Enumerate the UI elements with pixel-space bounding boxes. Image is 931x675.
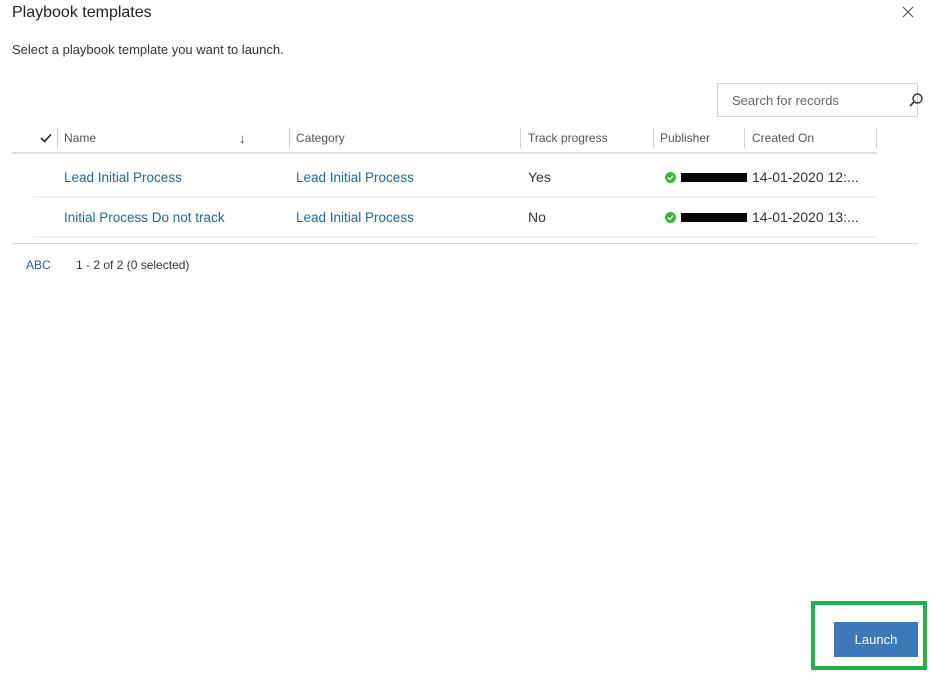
publisher-cell[interactable] xyxy=(665,158,747,196)
category-link[interactable]: Lead Initial Process xyxy=(296,198,414,236)
jump-bar-toggle[interactable]: ABC xyxy=(26,258,51,272)
name-link[interactable]: Lead Initial Process xyxy=(64,158,182,196)
checkmark-icon xyxy=(40,133,52,143)
grid-footer-divider xyxy=(12,243,918,244)
column-separator xyxy=(57,128,58,148)
column-header-category[interactable]: Category xyxy=(296,126,345,150)
column-separator xyxy=(876,128,877,148)
column-header-name[interactable]: Name ↓ xyxy=(64,126,254,150)
category-link[interactable]: Lead Initial Process xyxy=(296,158,414,196)
created-on-value: 14-01-2020 12:... xyxy=(752,169,859,185)
presence-online-icon xyxy=(665,171,676,183)
select-all-checkbox[interactable] xyxy=(38,130,54,146)
sort-descending-icon: ↓ xyxy=(239,130,246,146)
column-separator xyxy=(653,128,654,148)
track-progress-value: No xyxy=(528,209,546,225)
column-separator xyxy=(289,128,290,148)
search-button[interactable] xyxy=(908,85,924,115)
column-header-label: Track progress xyxy=(528,131,608,145)
record-count: 1 - 2 of 2 (0 selected) xyxy=(76,258,190,272)
grid-header: Name ↓ Category Track progress Publisher… xyxy=(12,126,877,154)
presence-online-icon xyxy=(665,211,676,223)
column-header-track-progress[interactable]: Track progress xyxy=(528,126,608,150)
publisher-cell[interactable] xyxy=(665,198,747,236)
column-header-label: Created On xyxy=(752,131,815,145)
publisher-redacted xyxy=(681,172,747,182)
column-header-label: Category xyxy=(296,131,345,145)
column-header-publisher[interactable]: Publisher xyxy=(660,126,710,150)
name-link[interactable]: Initial Process Do not track xyxy=(64,198,225,236)
table-row[interactable]: Lead Initial Process Lead Initial Proces… xyxy=(33,158,877,198)
search-box xyxy=(717,83,923,117)
table-row[interactable]: Initial Process Do not track Lead Initia… xyxy=(33,198,877,238)
track-progress-value: Yes xyxy=(528,169,551,185)
dialog-subtitle: Select a playbook template you want to l… xyxy=(12,42,284,57)
publisher-redacted xyxy=(681,212,747,222)
created-on-value: 14-01-2020 13:... xyxy=(752,209,859,225)
close-button[interactable] xyxy=(898,2,918,22)
launch-button[interactable]: Launch xyxy=(834,622,918,657)
close-icon xyxy=(902,6,914,18)
column-header-created-on[interactable]: Created On xyxy=(752,126,814,150)
search-input[interactable] xyxy=(718,84,908,116)
column-header-label: Publisher xyxy=(660,131,711,145)
column-separator xyxy=(520,128,521,148)
column-header-label: Name xyxy=(64,131,97,145)
search-icon xyxy=(909,93,923,107)
dialog-title: Playbook templates xyxy=(12,4,152,21)
column-separator xyxy=(744,128,745,148)
